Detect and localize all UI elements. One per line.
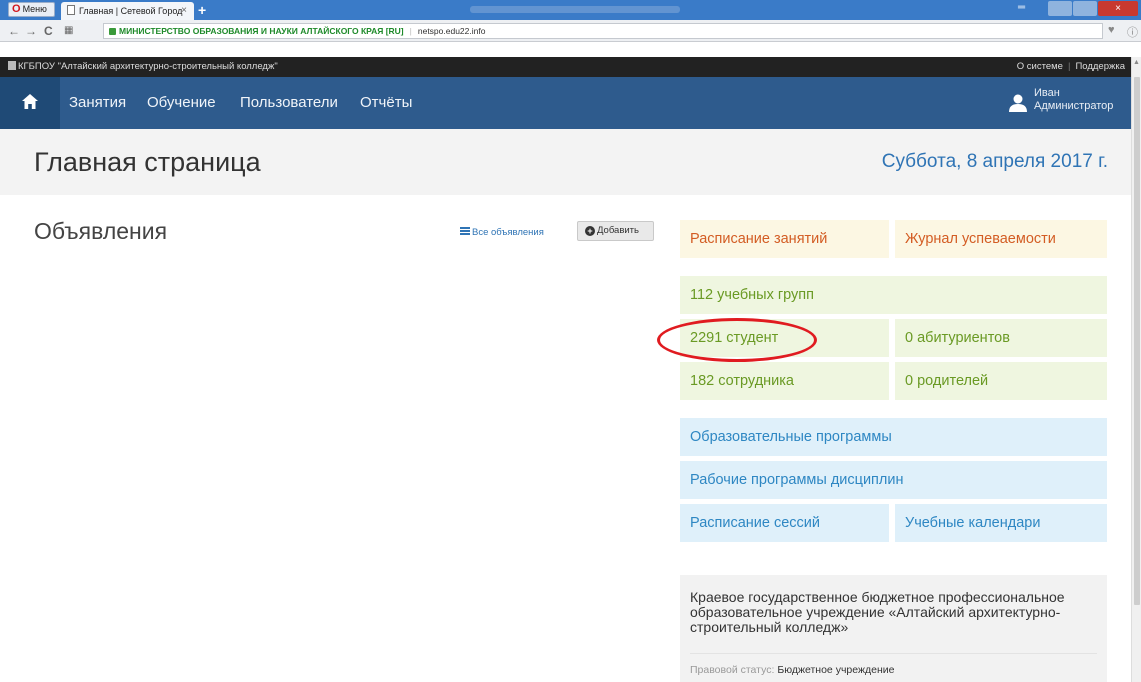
speed-dial-icon[interactable]: ▦ — [64, 23, 73, 39]
minimize-button[interactable] — [1048, 1, 1072, 16]
plus-circle-icon: + — [585, 226, 595, 236]
forward-icon[interactable]: → — [25, 23, 37, 39]
legal-status-value: Бюджетное учреждение — [777, 664, 895, 676]
org-full-name: Краевое государственное бюджетное профес… — [690, 589, 1065, 635]
window-menu-icon[interactable]: ═ — [1018, 2, 1025, 17]
address-toolbar: ← → C ▦ МИНИСТЕРСТВО ОБРАЗОВАНИЯ И НАУКИ… — [0, 20, 1141, 42]
nav-item-users[interactable]: Пользователи — [240, 93, 338, 113]
org-name: КГБПОУ "Алтайский архитектурно-строитель… — [8, 57, 278, 77]
tile-schedule[interactable]: Расписание занятий — [680, 220, 889, 258]
tab-close-icon[interactable]: × — [181, 2, 187, 20]
user-role: Администратор — [1034, 100, 1114, 112]
page-icon — [67, 5, 75, 15]
page-header: Главная страница Суббота, 8 апреля 2017 … — [0, 129, 1131, 195]
home-button[interactable] — [0, 77, 60, 129]
opera-menu-button[interactable]: O Меню — [8, 2, 55, 17]
back-icon[interactable]: ← — [8, 23, 20, 39]
add-announcement-button[interactable]: + Добавить — [577, 221, 654, 241]
browser-titlebar: O Меню Главная | Сетевой Город × + ═ × — [0, 0, 1141, 20]
nav-item-education[interactable]: Обучение — [147, 93, 216, 113]
tile-session-schedule[interactable]: Расписание сессий — [680, 504, 889, 542]
highlight-circle — [657, 318, 817, 362]
url-domain: netspo.edu22.info — [417, 26, 486, 36]
building-icon — [8, 61, 16, 70]
legal-status: Правовой статус: Бюджетное учреждение — [690, 664, 895, 676]
tile-groups[interactable]: 112 учебных групп — [680, 276, 1107, 314]
close-window-button[interactable]: × — [1098, 1, 1138, 16]
home-icon — [22, 94, 38, 109]
support-link[interactable]: Поддержка — [1075, 61, 1125, 72]
current-date: Суббота, 8 апреля 2017 г. — [881, 151, 1108, 172]
site-topbar: КГБПОУ "Алтайский архитектурно-строитель… — [0, 57, 1131, 77]
tile-parents[interactable]: 0 родителей — [895, 362, 1107, 400]
list-icon — [460, 227, 470, 235]
main-nav: Занятия Обучение Пользователи Отчёты Ива… — [0, 77, 1131, 129]
tile-applicants[interactable]: 0 абитуриентов — [895, 319, 1107, 357]
tile-staff[interactable]: 182 сотрудника — [680, 362, 889, 400]
scrollbar-thumb[interactable] — [1134, 77, 1140, 605]
page-title: Главная страница — [34, 147, 261, 177]
all-announcements-link[interactable]: Все объявления — [460, 227, 544, 238]
maximize-button[interactable] — [1073, 1, 1097, 16]
user-name: Иван — [1034, 87, 1060, 99]
page-scrollbar[interactable]: ▲ — [1131, 57, 1141, 682]
topbar-links: О системе | Поддержка — [1016, 61, 1125, 72]
reload-icon[interactable]: C — [44, 23, 53, 39]
tile-edu-programs[interactable]: Образовательные программы — [680, 418, 1107, 456]
opera-logo-icon: O — [12, 3, 21, 15]
user-icon — [1009, 94, 1027, 112]
nav-item-lessons[interactable]: Занятия — [69, 93, 126, 113]
tile-calendars[interactable]: Учебные календари — [895, 504, 1107, 542]
cert-owner: МИНИСТЕРСТВО ОБРАЗОВАНИЯ И НАУКИ АЛТАЙСК… — [119, 26, 404, 36]
browser-tab[interactable]: Главная | Сетевой Город × — [61, 2, 194, 20]
about-link[interactable]: О системе — [1017, 61, 1063, 72]
tile-work-programs[interactable]: Рабочие программы дисциплин — [680, 461, 1107, 499]
user-menu[interactable]: Иван Администратор — [991, 86, 1131, 120]
org-info-box: Краевое государственное бюджетное профес… — [680, 575, 1107, 682]
announcements-title: Объявления — [34, 218, 168, 244]
info-icon[interactable]: ⓘ — [1127, 24, 1138, 40]
new-tab-button[interactable]: + — [198, 2, 206, 18]
window-title-blur — [470, 6, 680, 13]
scroll-up-icon[interactable]: ▲ — [1133, 59, 1140, 66]
heart-icon[interactable]: ♥ — [1108, 24, 1115, 36]
lock-icon — [109, 28, 116, 35]
tab-title: Главная | Сетевой Город — [79, 6, 183, 16]
address-bar[interactable]: МИНИСТЕРСТВО ОБРАЗОВАНИЯ И НАУКИ АЛТАЙСК… — [103, 23, 1103, 39]
divider — [690, 653, 1097, 654]
tile-grades[interactable]: Журнал успеваемости — [895, 220, 1107, 258]
nav-item-reports[interactable]: Отчёты — [360, 93, 412, 113]
